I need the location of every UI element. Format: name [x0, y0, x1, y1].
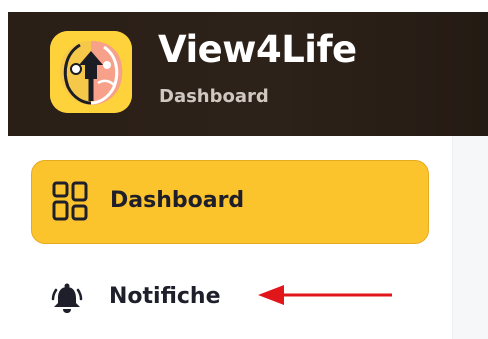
- logo-graphic: [50, 31, 132, 113]
- app-logo[interactable]: [50, 31, 132, 113]
- grid-icon: [52, 181, 88, 226]
- top-margin: [0, 0, 488, 12]
- annotation-arrow-icon: [258, 285, 392, 305]
- bell-icon: [51, 282, 83, 319]
- app-title: View4Life: [158, 28, 357, 71]
- sidebar-item-label: Dashboard: [110, 188, 245, 213]
- left-margin: [0, 12, 8, 339]
- app-subtitle: Dashboard: [159, 86, 269, 107]
- sidebar-item-label: Notifiche: [109, 284, 221, 309]
- main-content: [452, 136, 488, 339]
- sidebar-item-dashboard[interactable]: Dashboard: [31, 160, 429, 244]
